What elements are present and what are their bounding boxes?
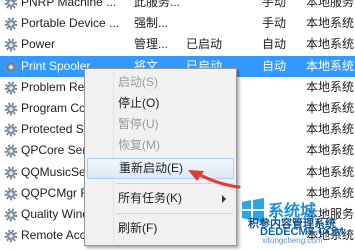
service-name: Power [21, 37, 56, 52]
gear-icon [4, 144, 18, 158]
watermark-small-domain: xitongcheng.com [262, 236, 323, 245]
service-name: Portable Device ... [21, 16, 120, 31]
context-menu: 启动(S) 停止(O) 暂停(U) 恢复(M) 重新启动(E) 所有任务(K) … [84, 68, 237, 246]
service-logon: 本地系统 [306, 58, 355, 73]
service-logon: 本地系统 [306, 100, 355, 115]
chevron-right-icon [222, 195, 226, 203]
service-desc: 管理... [134, 37, 169, 52]
gear-icon [4, 229, 18, 243]
gear-icon [4, 60, 18, 74]
gear-icon [4, 81, 18, 95]
service-logon: 本地系统 [306, 143, 355, 158]
service-row[interactable]: Portable Device ... 强制... 手动 本地系统 [0, 13, 355, 34]
service-logon: 本地系统 [306, 16, 355, 31]
service-desc: 强制... [134, 16, 169, 31]
gear-icon [4, 0, 18, 10]
arrow-icon [188, 170, 241, 189]
service-name: PNRP Machine ... [21, 0, 117, 9]
gear-icon [4, 102, 18, 116]
gear-icon [4, 123, 18, 137]
watermark: 系统城 积参内容管理系统 DEDECMS.COM xitongcheng.com [240, 197, 355, 246]
menu-separator [116, 213, 233, 214]
service-startup: 自动 [262, 58, 287, 73]
service-status: 已启动 [186, 37, 223, 52]
menu-item-refresh[interactable]: 刷新(F) [87, 218, 234, 239]
service-startup: 自动 [262, 37, 287, 52]
service-logon: 本地系统 [306, 164, 355, 179]
menu-item-resume[interactable]: 恢复(M) [87, 135, 234, 156]
service-startup: 手动 [262, 16, 287, 31]
service-logon: 本地系统 [306, 37, 355, 52]
menu-item-start[interactable]: 启动(S) [87, 72, 234, 93]
service-startup: 手动 [262, 0, 287, 9]
menu-item-stop[interactable]: 停止(O) [87, 93, 234, 114]
gear-icon [4, 187, 18, 201]
gear-icon [4, 17, 18, 31]
service-row[interactable]: PNRP Machine ... 此服务... 手动 本地服务 [0, 0, 355, 13]
menu-item-pause[interactable]: 暂停(U) [87, 114, 234, 135]
service-row[interactable]: Power 管理... 已启动 自动 本地系统 [0, 34, 355, 55]
gear-icon [4, 208, 18, 222]
service-desc: 此服务... [134, 0, 181, 9]
service-logon: 本地系统 [306, 79, 355, 94]
gear-icon [4, 38, 18, 52]
service-logon: 本地系统 [306, 122, 355, 137]
service-logon: 本地服务 [306, 0, 355, 9]
gear-icon [4, 166, 18, 180]
